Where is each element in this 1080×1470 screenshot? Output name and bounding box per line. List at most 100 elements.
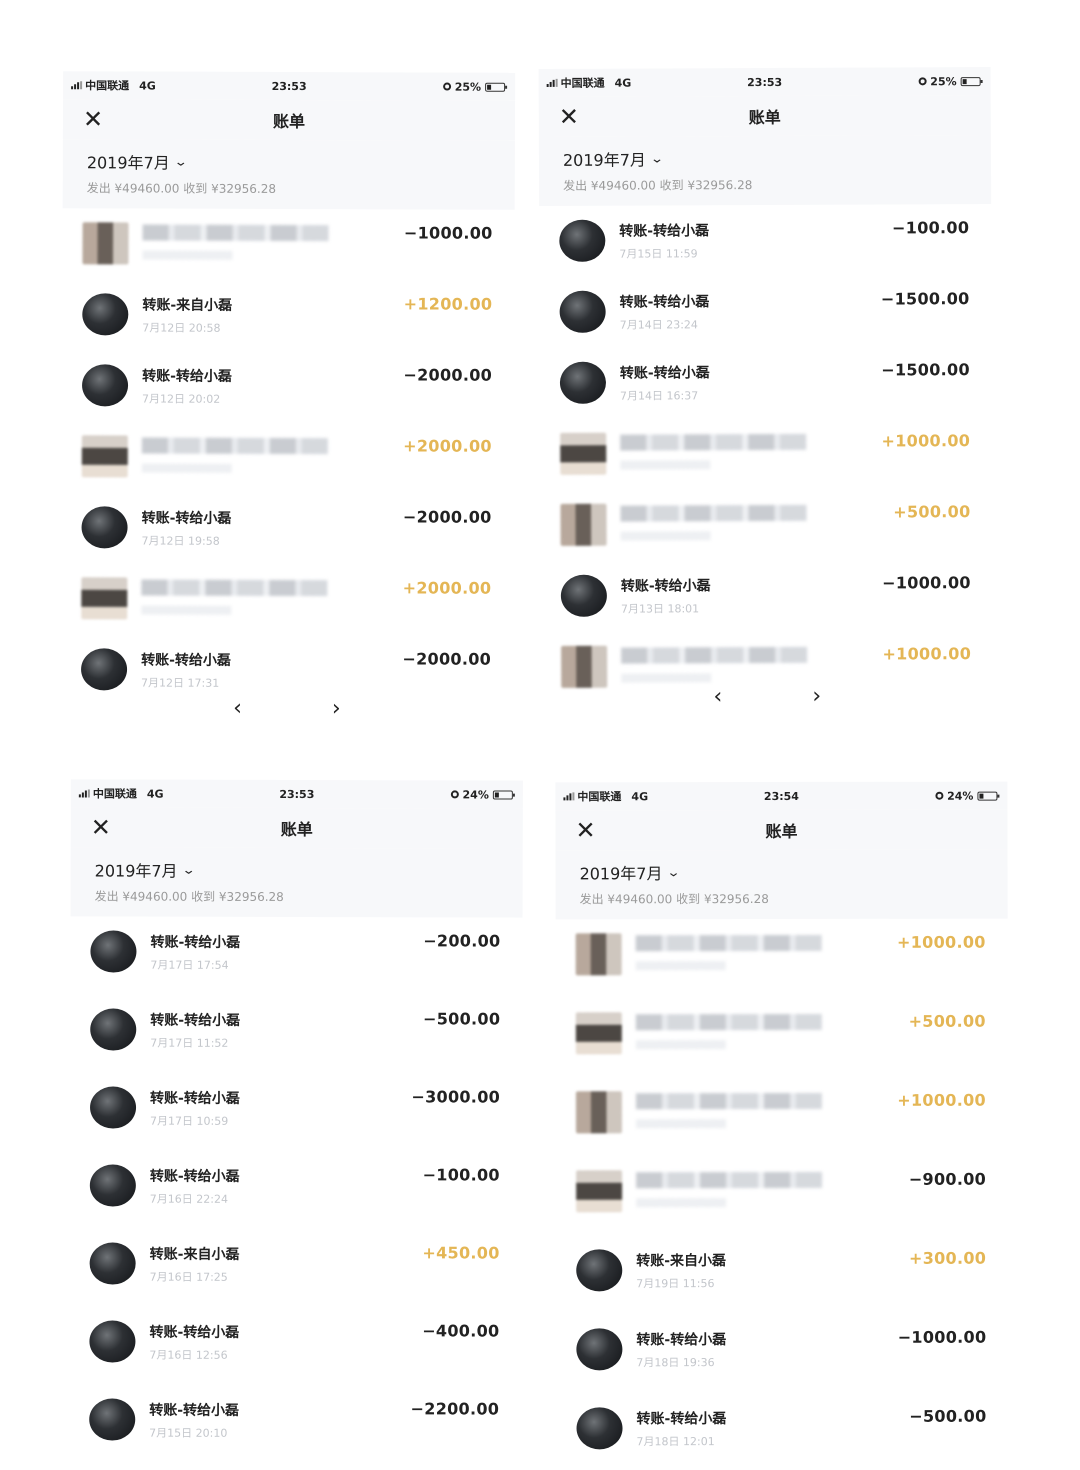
avatar [81,364,129,407]
transaction-title: 转账-转给小磊 [619,294,710,311]
transaction-row[interactable]: +1000.00 [556,919,1008,999]
nav-bar: ✕ 账单 [538,95,991,137]
prev-page-icon[interactable]: ‹ [713,684,722,709]
obscured-title [620,504,807,522]
transaction-amount: +450.00 [422,1243,500,1263]
transaction-date: 7月15日 11:59 [619,247,698,261]
close-icon[interactable]: ✕ [83,105,103,133]
avatar [576,1249,623,1292]
transaction-row[interactable]: +1000.00 [556,1077,1008,1157]
chevron-down-icon: ⌄ [649,151,664,166]
totals-text: 发出 ¥49460.00 收到 ¥32956.28 [86,181,277,196]
obscured-subtitle [141,463,232,473]
battery-icon [960,76,981,86]
transaction-row[interactable]: +2000.00 [61,563,513,636]
transaction-row[interactable]: 转账-转给小磊 7月14日 16:37 −1500.00 [540,346,992,419]
month-label: 2019年7月 [86,153,170,173]
transaction-amount: −2000.00 [402,507,492,527]
close-icon[interactable]: ✕ [91,813,111,841]
transaction-row[interactable]: 转账-转给小磊 7月12日 19:58 −2000.00 [61,492,513,565]
transaction-row[interactable]: 转账-转给小磊 7月17日 17:54 −200.00 [70,916,522,995]
transaction-amount: −1000.00 [882,573,971,593]
transaction-row[interactable]: 转账-转给小磊 7月16日 22:24 −100.00 [70,1150,522,1229]
status-right: 25% [442,80,506,93]
transaction-title: 转账-转给小磊 [149,1324,240,1341]
transaction-row[interactable]: +1000.00 [540,417,992,490]
status-bar: 中国联通 4G 23:53 25% [538,67,991,97]
next-page-icon[interactable]: › [332,696,341,721]
avatar [575,1091,623,1134]
transaction-row[interactable]: 转账-转给小磊 7月13日 18:01 −1000.00 [541,559,993,632]
avatar [89,1164,136,1207]
phone-screen: 中国联通 4G 23:53 25% ✕ 账单 2019年7月 ⌄ 发出 ¥49460.00 收到… [60,71,516,733]
transaction-amount: −900.00 [908,1169,987,1189]
transaction-row[interactable]: +500.00 [540,488,992,561]
avatar [576,1328,623,1371]
avatar [576,1170,623,1213]
signal-icon [563,792,575,801]
close-icon[interactable]: ✕ [559,103,579,131]
transaction-row[interactable]: 转账-来自小磊 7月12日 20:58 +1200.00 [62,279,514,352]
avatar [560,432,607,475]
transaction-title: 转账-来自小磊 [142,297,233,314]
obscured-title [141,579,328,597]
battery-icon [977,791,998,801]
obscured-title [635,1092,822,1110]
transaction-amount: +1000.00 [882,644,972,664]
transaction-row[interactable]: 转账-转给小磊 7月15日 20:10 −2200.00 [69,1384,521,1463]
transaction-date: 7月16日 17:25 [149,1270,228,1284]
next-page-icon[interactable]: › [812,684,821,709]
transaction-title: 转账-来自小磊 [636,1253,727,1270]
transaction-date: 7月12日 19:58 [141,534,220,548]
month-selector[interactable]: 2019年7月 ⌄ [87,149,491,174]
transaction-title: 转账-来自小磊 [149,1246,240,1263]
avatar [80,648,128,691]
month-selector[interactable]: 2019年7月 ⌄ [95,857,499,882]
transaction-row[interactable]: 转账-转给小磊 7月14日 23:24 −1500.00 [539,275,991,348]
transaction-row[interactable]: −1000.00 [62,208,514,281]
transaction-date: 7月14日 23:24 [619,318,698,332]
transaction-row[interactable]: +500.00 [556,998,1008,1078]
transaction-row[interactable]: 转账-转给小磊 7月15日 11:59 −100.00 [539,204,991,277]
transaction-row[interactable]: 转账-转给小磊 7月17日 11:52 −500.00 [70,994,522,1073]
transaction-row[interactable]: 转账-来自小磊 7月16日 17:25 +450.00 [70,1228,522,1307]
month-selector[interactable]: 2019年7月 ⌄ [580,860,984,885]
month-selector[interactable]: 2019年7月 ⌄ [563,145,967,171]
transaction-amount: −2000.00 [403,365,493,385]
transaction-date: 7月18日 19:36 [636,1356,715,1370]
obscured-title [620,433,807,451]
obscured-subtitle [636,1198,727,1208]
transaction-row[interactable]: 转账-转给小磊 7月17日 10:59 −3000.00 [70,1072,522,1151]
obscured-subtitle [635,1119,727,1129]
close-icon[interactable]: ✕ [575,816,595,844]
carrier-name: 中国联通 [577,790,622,804]
transaction-row[interactable]: +2000.00 [62,421,514,494]
avatar [82,293,129,336]
chevron-down-icon: ⌄ [181,862,196,877]
obscured-title [635,1013,822,1031]
status-bar: 中国联通 4G 23:53 25% [63,71,516,101]
transaction-row[interactable]: −900.00 [556,1156,1008,1236]
transaction-title: 转账-转给小磊 [142,368,232,385]
month-summary: 2019年7月 ⌄ 发出 ¥49460.00 收到 ¥32956.28 [538,135,992,206]
transaction-row[interactable]: 转账-转给小磊 7月16日 12:56 −400.00 [69,1306,521,1385]
transaction-amount: +1000.00 [897,1090,986,1110]
month-summary: 2019年7月 ⌄ 发出 ¥49460.00 收到 ¥32956.28 [555,849,1008,920]
transaction-amount: −100.00 [891,218,970,238]
transaction-row[interactable]: 转账-转给小磊 7月18日 12:01 −500.00 [556,1393,1008,1470]
battery-icon [492,790,513,800]
transaction-row[interactable]: 转账-来自小磊 7月19日 11:56 +300.00 [556,1235,1008,1315]
prev-page-icon[interactable]: ‹ [233,696,242,721]
transaction-amount: −1000.00 [403,223,493,243]
transaction-row[interactable]: 转账-转给小磊 7月18日 19:36 −1000.00 [556,1314,1008,1394]
transaction-amount: −1500.00 [880,289,970,309]
transaction-amount: +2000.00 [402,578,492,598]
transaction-amount: +1200.00 [403,294,493,314]
transaction-date: 7月12日 17:31 [140,676,220,690]
status-time: 23:54 [763,789,799,803]
phone-screen: 中国联通 4G 23:53 24% ✕ 账单 2019年7月 ⌄ 发出 ¥49460.00 收到… [69,779,523,1470]
transaction-row[interactable]: 转账-转给小磊 7月12日 20:02 −2000.00 [62,350,514,423]
rotation-lock-icon [918,77,927,86]
status-bar: 中国联通 4G 23:54 24% [555,781,1008,811]
obscured-subtitle [621,673,712,683]
